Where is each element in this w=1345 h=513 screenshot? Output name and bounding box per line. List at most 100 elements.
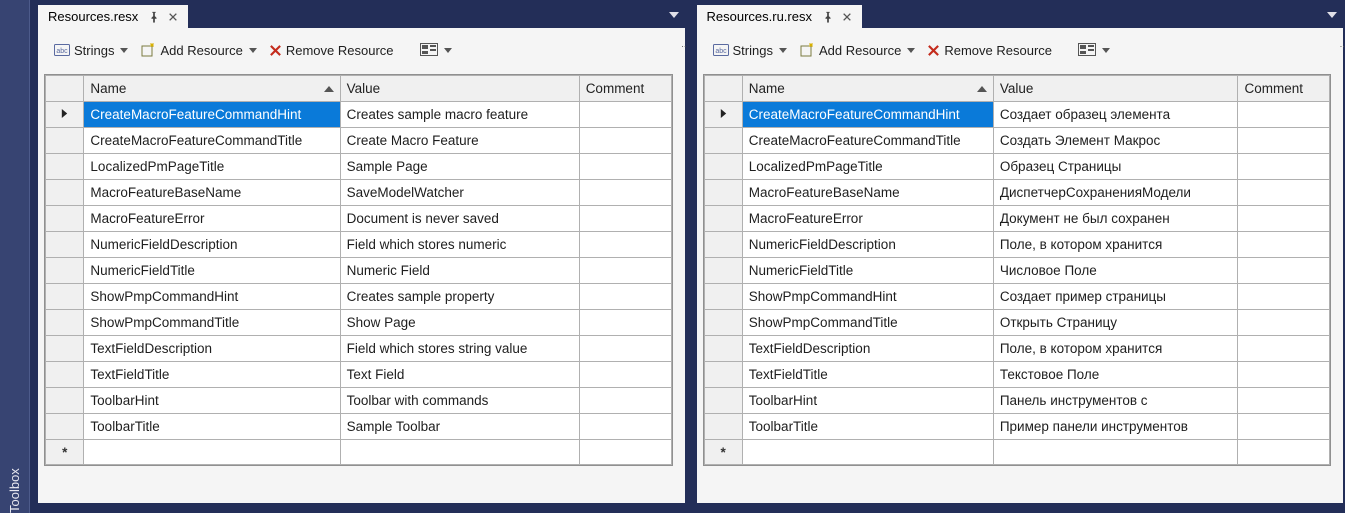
- remove-resource-button[interactable]: Remove Resource: [265, 41, 398, 60]
- cell-name[interactable]: LocalizedPmPageTitle: [84, 154, 340, 180]
- table-row[interactable]: NumericFieldTitleNumeric Field: [46, 258, 672, 284]
- table-row[interactable]: CreateMacroFeatureCommandHintCreates sam…: [46, 102, 672, 128]
- close-icon[interactable]: [168, 12, 178, 22]
- table-row[interactable]: ToolbarTitleSample Toolbar: [46, 414, 672, 440]
- table-row[interactable]: CreateMacroFeatureCommandTitleCreate Mac…: [46, 128, 672, 154]
- cell-value[interactable]: Образец Страницы: [993, 154, 1238, 180]
- column-header-comment[interactable]: Comment: [579, 76, 671, 102]
- cell-name[interactable]: ToolbarTitle: [84, 414, 340, 440]
- active-files-dropdown[interactable]: [1323, 6, 1341, 24]
- cell-comment[interactable]: [579, 206, 671, 232]
- table-row[interactable]: LocalizedPmPageTitleОбразец Страницы: [704, 154, 1330, 180]
- table-row[interactable]: ShowPmpCommandTitleОткрыть Страницу: [704, 310, 1330, 336]
- cell-comment[interactable]: [1238, 336, 1330, 362]
- new-row[interactable]: *: [704, 440, 1330, 465]
- cell-value[interactable]: Text Field: [340, 362, 579, 388]
- cell-comment[interactable]: [579, 310, 671, 336]
- cell-name[interactable]: NumericFieldDescription: [742, 232, 993, 258]
- cell-comment[interactable]: [1238, 232, 1330, 258]
- cell-value[interactable]: ДиспетчерСохраненияМодели: [993, 180, 1238, 206]
- cell-value[interactable]: Числовое Поле: [993, 258, 1238, 284]
- table-row[interactable]: NumericFieldDescriptionField which store…: [46, 232, 672, 258]
- views-button[interactable]: [1074, 41, 1114, 59]
- cell-name[interactable]: NumericFieldTitle: [84, 258, 340, 284]
- table-row[interactable]: ToolbarHintПанель инструментов с: [704, 388, 1330, 414]
- cell-comment[interactable]: [1238, 180, 1330, 206]
- cell-name[interactable]: MacroFeatureBaseName: [742, 180, 993, 206]
- table-row[interactable]: LocalizedPmPageTitleSample Page: [46, 154, 672, 180]
- cell-comment[interactable]: [1238, 206, 1330, 232]
- toolbox-side-tab[interactable]: Toolbox: [0, 0, 30, 513]
- cell-value[interactable]: Пример панели инструментов: [993, 414, 1238, 440]
- strings-category-button[interactable]: Strings: [50, 40, 132, 60]
- cell-value[interactable]: Sample Toolbar: [340, 414, 579, 440]
- add-resource-button[interactable]: Add Resource: [136, 40, 260, 60]
- cell-value[interactable]: Toolbar with commands: [340, 388, 579, 414]
- pin-icon[interactable]: [822, 11, 834, 23]
- column-header-name[interactable]: Name: [742, 76, 993, 102]
- cell-comment[interactable]: [579, 180, 671, 206]
- add-resource-button[interactable]: Add Resource: [795, 40, 919, 60]
- cell-comment[interactable]: [579, 414, 671, 440]
- column-header-value[interactable]: Value: [993, 76, 1238, 102]
- cell-name[interactable]: ShowPmpCommandTitle: [84, 310, 340, 336]
- cell-comment[interactable]: [579, 284, 671, 310]
- cell-comment[interactable]: [579, 232, 671, 258]
- toolbar-overflow[interactable]: ‥: [1336, 40, 1341, 49]
- table-row[interactable]: MacroFeatureBaseNameSaveModelWatcher: [46, 180, 672, 206]
- cell-comment[interactable]: [579, 258, 671, 284]
- table-row[interactable]: ToolbarTitleПример панели инструментов: [704, 414, 1330, 440]
- table-row[interactable]: CreateMacroFeatureCommandHintСоздает обр…: [704, 102, 1330, 128]
- cell-value[interactable]: Создает образец элемента: [993, 102, 1238, 128]
- cell-name[interactable]: ShowPmpCommandHint: [742, 284, 993, 310]
- cell-comment[interactable]: [1238, 310, 1330, 336]
- cell-value[interactable]: Поле, в котором хранится: [993, 232, 1238, 258]
- cell-value[interactable]: Creates sample macro feature: [340, 102, 579, 128]
- column-header-comment[interactable]: Comment: [1238, 76, 1330, 102]
- cell-comment[interactable]: [1238, 284, 1330, 310]
- cell-name[interactable]: ToolbarHint: [742, 388, 993, 414]
- table-row[interactable]: TextFieldDescriptionField which stores s…: [46, 336, 672, 362]
- cell-value[interactable]: Creates sample property: [340, 284, 579, 310]
- cell-value[interactable]: Field which stores numeric: [340, 232, 579, 258]
- cell-comment[interactable]: [579, 102, 671, 128]
- cell-name[interactable]: ShowPmpCommandHint: [84, 284, 340, 310]
- cell-name[interactable]: TextFieldTitle: [742, 362, 993, 388]
- cell-name[interactable]: CreateMacroFeatureCommandTitle: [742, 128, 993, 154]
- remove-resource-button[interactable]: Remove Resource: [923, 41, 1056, 60]
- cell-value[interactable]: Sample Page: [340, 154, 579, 180]
- cell-name[interactable]: MacroFeatureError: [84, 206, 340, 232]
- cell-value[interactable]: Numeric Field: [340, 258, 579, 284]
- cell-value[interactable]: Панель инструментов с: [993, 388, 1238, 414]
- column-header-name[interactable]: Name: [84, 76, 340, 102]
- cell-name[interactable]: ToolbarHint: [84, 388, 340, 414]
- cell-comment[interactable]: [1238, 128, 1330, 154]
- cell-name[interactable]: NumericFieldDescription: [84, 232, 340, 258]
- cell-name[interactable]: CreateMacroFeatureCommandHint: [84, 102, 340, 128]
- cell-comment[interactable]: [579, 388, 671, 414]
- cell-comment[interactable]: [1238, 388, 1330, 414]
- cell-comment[interactable]: [579, 336, 671, 362]
- cell-name[interactable]: NumericFieldTitle: [742, 258, 993, 284]
- cell-value[interactable]: Открыть Страницу: [993, 310, 1238, 336]
- strings-category-button[interactable]: Strings: [709, 40, 791, 60]
- cell-comment[interactable]: [579, 154, 671, 180]
- cell-value[interactable]: Поле, в котором хранится: [993, 336, 1238, 362]
- cell-comment[interactable]: [579, 128, 671, 154]
- cell-comment[interactable]: [1238, 154, 1330, 180]
- table-row[interactable]: TextFieldTitleText Field: [46, 362, 672, 388]
- resource-grid[interactable]: NameValueCommentCreateMacroFeatureComman…: [44, 74, 673, 466]
- table-row[interactable]: TextFieldTitleТекстовое Поле: [704, 362, 1330, 388]
- table-row[interactable]: ShowPmpCommandTitleShow Page: [46, 310, 672, 336]
- table-row[interactable]: MacroFeatureErrorДокумент не был сохране…: [704, 206, 1330, 232]
- cell-comment[interactable]: [1238, 362, 1330, 388]
- toolbar-overflow[interactable]: ‥: [677, 40, 682, 49]
- table-row[interactable]: CreateMacroFeatureCommandTitleСоздать Эл…: [704, 128, 1330, 154]
- document-tab[interactable]: Resources.resx: [38, 5, 188, 28]
- cell-name[interactable]: TextFieldDescription: [742, 336, 993, 362]
- cell-value[interactable]: Создает пример страницы: [993, 284, 1238, 310]
- active-files-dropdown[interactable]: [665, 6, 683, 24]
- cell-value[interactable]: Документ не был сохранен: [993, 206, 1238, 232]
- cell-name[interactable]: TextFieldDescription: [84, 336, 340, 362]
- cell-value[interactable]: Create Macro Feature: [340, 128, 579, 154]
